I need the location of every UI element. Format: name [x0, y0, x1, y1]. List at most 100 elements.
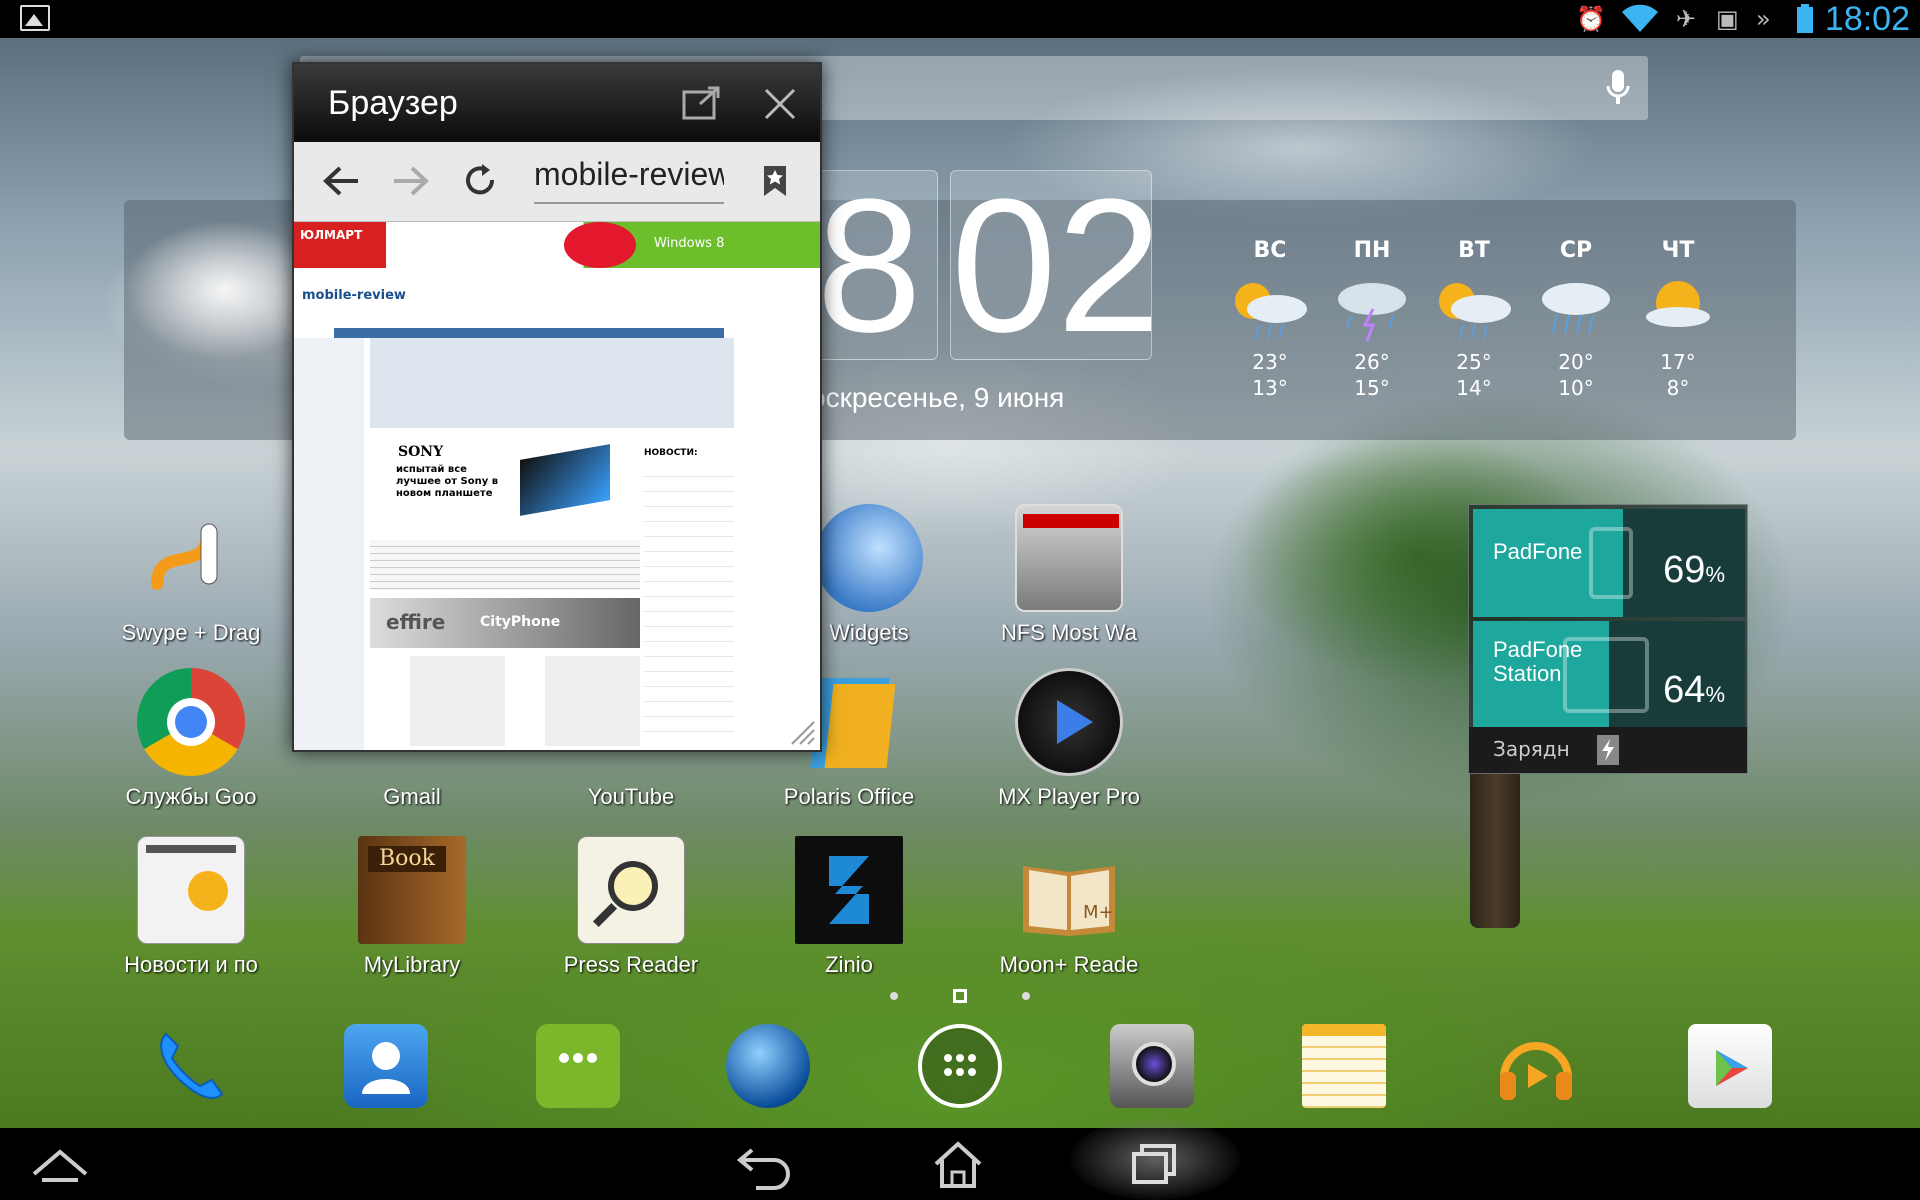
app-nfs[interactable]: NFS Most Wa	[984, 504, 1154, 646]
padfone-label: PadFone	[1493, 539, 1583, 564]
back-arrow-icon[interactable]	[322, 164, 362, 198]
music-icon[interactable]	[1494, 1024, 1578, 1108]
app-zinio[interactable]: Zinio	[764, 836, 934, 978]
url-field[interactable]: mobile-review	[534, 156, 724, 204]
news-heading: НОВОСТИ:	[644, 448, 698, 458]
forecast-day-4: СР 20° 10°	[1526, 238, 1626, 401]
forecast-low: 8°	[1666, 376, 1690, 400]
all-apps-icon[interactable]	[918, 1024, 1002, 1108]
page-menu-bar	[334, 328, 724, 338]
close-icon[interactable]	[762, 86, 798, 122]
forecast-low: 13°	[1252, 376, 1288, 400]
phone-icon	[1589, 527, 1633, 599]
notes-icon[interactable]	[1302, 1024, 1386, 1108]
sun-rain-icon	[1225, 273, 1315, 343]
swype-icon	[137, 504, 245, 612]
status-time: 18:02	[1824, 0, 1910, 38]
page-dot-current[interactable]	[953, 989, 967, 1003]
airplane-icon: ✈	[1676, 5, 1697, 33]
app-label: MX Player Pro	[998, 784, 1140, 809]
battery-widget[interactable]: PadFone 69% PadFone Station 64% Зарядн	[1468, 504, 1748, 774]
browser-floating-window[interactable]: Браузер mobile-review ЮЛМАРТ Windows 8 m…	[292, 62, 822, 752]
browser-title: Браузер	[328, 84, 458, 122]
forecast-day-label: ЧТ	[1661, 238, 1695, 263]
page-top-banner: ЮЛМАРТ Windows 8	[294, 222, 820, 268]
up-icon[interactable]	[10, 1128, 110, 1200]
app-swype[interactable]: Swype + Drag	[106, 504, 276, 646]
app-mylibrary[interactable]: Book MyLibrary	[327, 836, 497, 978]
web-page-thumbnail[interactable]: ЮЛМАРТ Windows 8 mobile-review SONY испы…	[294, 222, 820, 750]
page-dot-3[interactable]	[1022, 992, 1030, 1000]
forward-arrow-icon[interactable]	[390, 164, 430, 198]
app-press-reader[interactable]: Press Reader	[546, 836, 716, 978]
status-bar: ⏰ ✈ ▣ » 18:02	[0, 0, 1920, 38]
station-percent: 64%	[1663, 669, 1725, 711]
messaging-icon[interactable]	[536, 1024, 620, 1108]
recent-apps-icon[interactable]	[1104, 1128, 1204, 1200]
effire-ad: effire CityPhone	[370, 598, 640, 648]
padfone-percent: 69%	[1663, 549, 1725, 591]
forecast-low: 14°	[1456, 376, 1492, 400]
zinio-icon	[795, 836, 903, 944]
page-header: mobile-review	[294, 268, 734, 328]
news-list	[644, 462, 734, 742]
wifi-icon	[1620, 4, 1660, 34]
forecast-day-label: ВС	[1253, 238, 1287, 263]
app-label: Swype + Drag	[121, 620, 261, 645]
app-label: Службы Goo	[125, 784, 257, 809]
app-google-news[interactable]: Новости и по	[106, 836, 276, 978]
screen-mirror-icon: ▣	[1716, 5, 1739, 33]
reload-icon[interactable]	[462, 162, 498, 198]
app-label: Polaris Office	[783, 784, 915, 809]
back-icon[interactable]	[716, 1128, 816, 1200]
forecast-high: 17°	[1660, 350, 1696, 374]
station-battery: PadFone Station 64%	[1473, 621, 1745, 729]
google-news-icon	[137, 836, 245, 944]
resize-handle-icon[interactable]	[786, 716, 816, 746]
play-store-icon[interactable]	[1688, 1024, 1772, 1108]
nfs-icon	[1015, 504, 1123, 612]
maximize-icon[interactable]	[682, 86, 722, 120]
app-label: NFS Most Wa	[1000, 620, 1138, 645]
page-dot-1[interactable]	[890, 992, 898, 1000]
article-rows	[370, 540, 640, 590]
chevron-icon: »	[1756, 5, 1771, 33]
gallery-icon[interactable]	[20, 5, 50, 31]
sony-logo: SONY	[398, 444, 444, 460]
app-mx-player[interactable]: MX Player Pro	[984, 668, 1154, 810]
date-label: оскресенье, 9 июня	[810, 382, 1065, 413]
browser-toolbar: mobile-review	[294, 142, 820, 222]
navigation-bar	[0, 1128, 1920, 1200]
camera-icon[interactable]	[1110, 1024, 1194, 1108]
article-thumbnails	[370, 656, 640, 746]
clock-hour: 8	[816, 170, 922, 360]
phone-icon[interactable]	[148, 1024, 232, 1108]
station-label-2: Station	[1493, 661, 1562, 686]
forecast-day-2: ПН 26° 15°	[1322, 238, 1422, 401]
clock-minute-card: 02	[950, 170, 1152, 360]
home-icon[interactable]	[908, 1128, 1008, 1200]
forecast-day-5: ЧТ 17° 8°	[1628, 238, 1728, 401]
sun-cloud-icon	[1633, 273, 1723, 343]
forecast-day-label: ПН	[1353, 238, 1391, 263]
mobile-review-logo: mobile-review	[302, 288, 406, 303]
sony-ad: SONY испытай все лучшее от Sony в новом …	[370, 442, 630, 532]
windows8-label: Windows 8	[654, 236, 725, 251]
app-moon-reader[interactable]: M+ Moon+ Reade	[984, 836, 1154, 978]
forecast-high: 25°	[1456, 350, 1492, 374]
browser-title-bar[interactable]: Браузер	[294, 64, 820, 142]
forecast-day-1: ВС 23° 13°	[1220, 238, 1320, 401]
page-sidebar	[294, 338, 364, 750]
forecast-low: 10°	[1558, 376, 1594, 400]
bookmark-icon[interactable]	[762, 164, 788, 198]
browser-globe-icon[interactable]	[726, 1024, 810, 1108]
sony-ad-text: испытай все лучшее от Sony в новом планш…	[396, 464, 499, 499]
contacts-icon[interactable]	[344, 1024, 428, 1108]
app-label: YouTube	[587, 784, 675, 809]
thunderstorm-icon	[1327, 273, 1417, 343]
mic-icon[interactable]	[1606, 70, 1630, 106]
svg-text:M+: M+	[1083, 902, 1114, 923]
app-google-services[interactable]: Службы Goo	[106, 668, 276, 810]
charging-label: Зарядн	[1493, 737, 1570, 761]
forecast-high: 23°	[1252, 350, 1288, 374]
